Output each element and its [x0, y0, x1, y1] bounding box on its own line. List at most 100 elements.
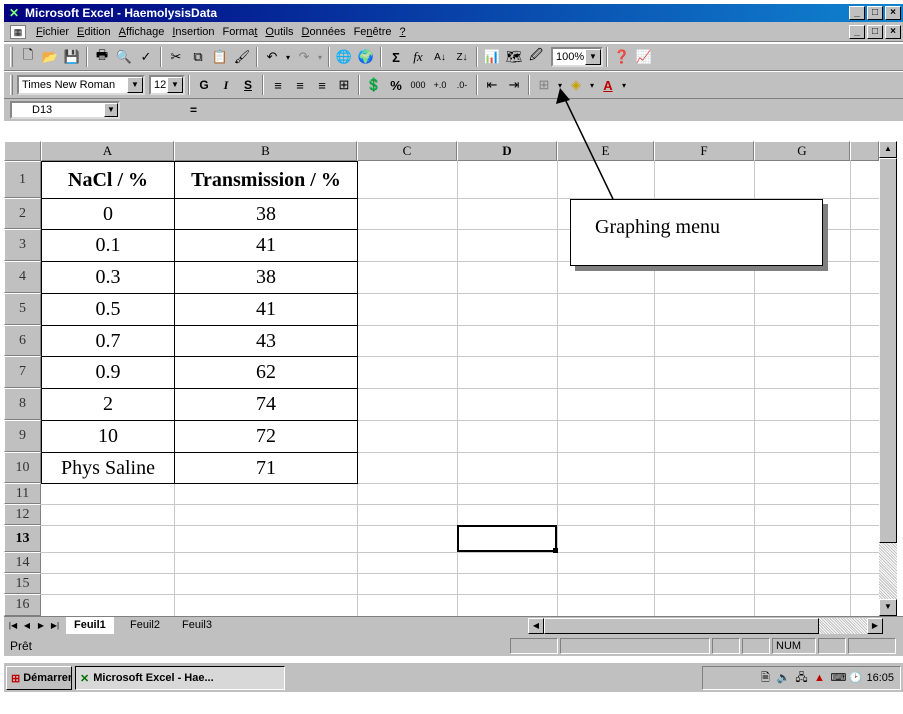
sort-descending-icon[interactable]: Z↓ [451, 46, 473, 68]
font-size-dropdown-icon[interactable]: ▼ [167, 77, 183, 93]
web-toolbar-icon[interactable]: 🌍 [355, 46, 377, 68]
column-header-h[interactable] [850, 141, 879, 161]
align-center-icon[interactable]: ≡ [289, 74, 311, 96]
keyboard-icon[interactable]: ⌨ [830, 671, 846, 685]
save-icon[interactable]: 💾 [61, 46, 83, 68]
cell-a4[interactable]: 0.3 [41, 261, 175, 294]
prev-sheet-button[interactable]: ◀ [20, 619, 34, 633]
decrease-indent-icon[interactable]: ⇤ [481, 74, 503, 96]
drawing-icon[interactable]: 🖉 [525, 46, 547, 68]
scroll-down-button[interactable]: ▼ [879, 599, 897, 616]
toolbar-grip[interactable] [10, 75, 13, 95]
row-header-1[interactable]: 1 [4, 161, 41, 198]
menu-affichage[interactable]: Affichage [115, 26, 169, 38]
excel-tool-icon[interactable]: 📈 [633, 46, 655, 68]
new-document-icon[interactable]: 🗋 [17, 46, 39, 68]
increase-decimal-icon[interactable]: +.0 [429, 74, 451, 96]
menu-fichier[interactable]: Fichier [32, 26, 73, 38]
cell-a7[interactable]: 0.9 [41, 356, 175, 389]
redo-icon[interactable]: ↷ [293, 46, 315, 68]
close-button[interactable]: × [885, 6, 901, 20]
minimize-button[interactable]: _ [849, 6, 865, 20]
row-header-9[interactable]: 9 [4, 420, 41, 452]
fill-handle[interactable] [553, 548, 558, 553]
excel-app-icon[interactable]: ✕ [7, 6, 21, 20]
cell-b1[interactable]: Transmission / % [174, 161, 358, 199]
comma-style-button[interactable]: 000 [407, 74, 429, 96]
increase-indent-icon[interactable]: ⇥ [503, 74, 525, 96]
cell-b9[interactable]: 72 [174, 420, 358, 453]
cut-icon[interactable]: ✂ [165, 46, 187, 68]
row-header-2[interactable]: 2 [4, 198, 41, 229]
name-box[interactable]: D13 ▼ [10, 101, 120, 119]
sheet-tab-feuil2[interactable]: Feuil2 [122, 617, 168, 634]
fill-color-icon[interactable]: ◈ [565, 74, 587, 96]
title-bar[interactable]: ✕ Microsoft Excel - HaemolysisData _ □ × [4, 4, 903, 22]
row-header-12[interactable]: 12 [4, 504, 41, 525]
cell-b5[interactable]: 41 [174, 293, 358, 326]
cell-a5[interactable]: 0.5 [41, 293, 175, 326]
taskbar-item-excel[interactable]: ✕ Microsoft Excel - Hae... [75, 666, 285, 690]
font-name-select[interactable]: Times New Roman ▼ [17, 75, 145, 95]
paste-function-icon[interactable]: fx [407, 46, 429, 68]
cell-b6[interactable]: 43 [174, 325, 358, 357]
paste-icon[interactable]: 📋 [209, 46, 231, 68]
acrobat-icon[interactable]: ▲ [812, 671, 826, 685]
doc-close-button[interactable]: × [885, 25, 901, 39]
cell-a1[interactable]: NaCl / % [41, 161, 175, 199]
menu-fenetre[interactable]: Fenêtre [350, 26, 396, 38]
column-header-d[interactable]: D [457, 141, 557, 161]
column-header-c[interactable]: C [357, 141, 457, 161]
last-sheet-button[interactable]: ▶| [48, 619, 62, 633]
menu-donnees[interactable]: Données [298, 26, 350, 38]
next-sheet-button[interactable]: ▶ [34, 619, 48, 633]
select-all-button[interactable] [4, 141, 41, 161]
column-header-e[interactable]: E [557, 141, 654, 161]
column-header-a[interactable]: A [41, 141, 174, 161]
doc-minimize-button[interactable]: _ [849, 25, 865, 39]
horizontal-scroll-thumb[interactable] [544, 618, 819, 634]
align-left-icon[interactable]: ≡ [267, 74, 289, 96]
row-header-16[interactable]: 16 [4, 594, 41, 616]
font-name-dropdown-icon[interactable]: ▼ [127, 77, 143, 93]
menu-edition[interactable]: Edition [73, 26, 115, 38]
font-color-icon[interactable]: A [597, 74, 619, 96]
first-sheet-button[interactable]: |◀ [6, 619, 20, 633]
scheduler-icon[interactable]: 🕑 [848, 671, 863, 685]
row-header-6[interactable]: 6 [4, 325, 41, 356]
column-header-b[interactable]: B [174, 141, 357, 161]
cell-b3[interactable]: 41 [174, 229, 358, 262]
cell-a2[interactable]: 0 [41, 198, 175, 230]
undo-icon[interactable]: ↶ [261, 46, 283, 68]
bold-button[interactable]: G [193, 74, 215, 96]
italic-button[interactable]: I [215, 74, 237, 96]
cell-a8[interactable]: 2 [41, 388, 175, 421]
office-assistant-icon[interactable]: ❓ [611, 46, 633, 68]
map-icon[interactable]: 🗺 [503, 46, 525, 68]
row-header-7[interactable]: 7 [4, 356, 41, 388]
vertical-scroll-thumb[interactable] [879, 158, 897, 543]
row-header-8[interactable]: 8 [4, 388, 41, 420]
percent-style-button[interactable]: % [385, 74, 407, 96]
network-icon[interactable]: 🖧 [794, 671, 808, 685]
row-header-3[interactable]: 3 [4, 229, 41, 261]
zoom-dropdown-icon[interactable]: ▼ [585, 49, 601, 65]
zoom-select[interactable]: 100% ▼ [551, 47, 603, 67]
start-button[interactable]: ⊞ Démarrer [6, 666, 72, 690]
menu-insertion[interactable]: Insertion [168, 26, 218, 38]
undo-dropdown-icon[interactable]: ▾ [283, 46, 293, 68]
row-header-10[interactable]: 10 [4, 452, 41, 483]
cell-a6[interactable]: 0.7 [41, 325, 175, 357]
toolbar-grip[interactable] [10, 47, 13, 67]
cell-a9[interactable]: 10 [41, 420, 175, 453]
cell-b10[interactable]: 71 [174, 452, 358, 484]
sheet-tab-feuil1[interactable]: Feuil1 [66, 617, 114, 634]
decrease-decimal-icon[interactable]: .0- [451, 74, 473, 96]
row-header-13[interactable]: 13 [4, 525, 41, 552]
format-painter-icon[interactable]: 🖌 [231, 46, 253, 68]
print-preview-icon[interactable]: 🔍 [113, 46, 135, 68]
doc-restore-button[interactable]: □ [867, 25, 883, 39]
print-icon[interactable]: 🖶 [91, 46, 113, 68]
borders-dropdown-icon[interactable]: ▾ [555, 74, 565, 96]
merge-center-icon[interactable]: ⊞ [333, 74, 355, 96]
